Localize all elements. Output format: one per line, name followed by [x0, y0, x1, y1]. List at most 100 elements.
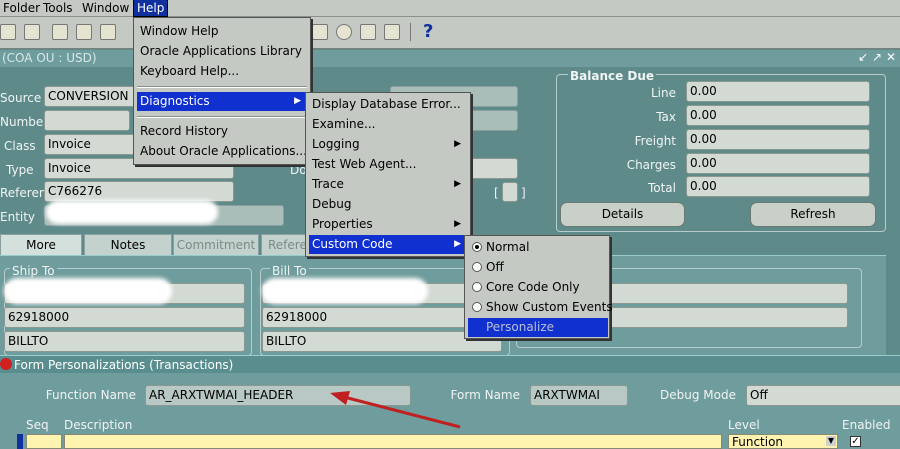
enabled-column-header: Enabled	[842, 418, 891, 432]
enabled-checkbox[interactable]: ✓	[850, 436, 861, 447]
bill-to-title: Bill To	[270, 264, 309, 278]
menu-item-about[interactable]: About Oracle Applications...	[137, 142, 307, 161]
custom-code-menu: Normal Off Core Code Only Show Custom Ev…	[464, 235, 613, 339]
tab-more[interactable]: More	[0, 234, 82, 256]
menu-item-examine[interactable]: Examine...	[309, 115, 467, 134]
menu-item-normal[interactable]: Normal	[468, 238, 606, 257]
redaction-mark	[262, 278, 428, 304]
open-icon[interactable]	[0, 24, 16, 40]
oracle-logo-icon	[0, 358, 12, 370]
menu-item-personalize[interactable]: Personalize	[468, 318, 608, 337]
annotation-arrow	[330, 391, 461, 429]
debug-mode-label: Debug Mode	[660, 388, 736, 402]
seq-cell[interactable]	[26, 434, 62, 449]
submenu-arrow-icon: ▶	[294, 96, 301, 106]
menu-bar: Folder Tools Window Help	[0, 0, 900, 17]
complete-checkbox[interactable]	[502, 182, 518, 202]
tab-notes[interactable]: Notes	[84, 234, 172, 256]
close-form-icon[interactable]	[100, 24, 116, 40]
radio-icon	[472, 262, 482, 272]
radio-icon	[472, 302, 482, 312]
help-menu: Window Help Oracle Applications Library …	[133, 17, 311, 165]
doc-field[interactable]	[470, 158, 518, 179]
remit-field-1[interactable]	[600, 283, 848, 304]
zoom-icon[interactable]	[384, 24, 400, 40]
window-controls[interactable]: ↙ ↗ ✕	[858, 50, 896, 64]
new-icon[interactable]	[24, 24, 40, 40]
chevron-down-icon[interactable]: ▼	[826, 436, 836, 446]
line-value[interactable]: 0.00	[686, 81, 870, 102]
refresh-button[interactable]: Refresh	[750, 202, 876, 227]
properties-label: Properties	[312, 217, 373, 231]
submenu-arrow-icon: ▶	[454, 139, 461, 149]
total-label: Total	[647, 181, 676, 195]
menu-item-record-history[interactable]: Record History	[137, 122, 307, 141]
level-cell[interactable]: Function	[728, 434, 838, 449]
form-name-field[interactable]: ARXTWMAI	[530, 385, 628, 406]
description-column-header: Description	[64, 418, 133, 432]
globe-icon[interactable]	[336, 24, 352, 40]
attachment-icon[interactable]	[360, 24, 376, 40]
line-label: Line	[650, 86, 676, 100]
menu-item-test-web-agent[interactable]: Test Web Agent...	[309, 155, 467, 174]
ship-to-site-field[interactable]: BILLTO	[4, 331, 245, 352]
help-icon[interactable]: ?	[423, 21, 433, 42]
ship-to-number-field[interactable]: 62918000	[4, 307, 245, 328]
menu-window[interactable]: Window	[79, 0, 132, 16]
tax-value[interactable]: 0.00	[686, 105, 870, 126]
submenu-arrow-icon: ▶	[454, 179, 461, 189]
tab-commitment[interactable]: Commitment	[173, 234, 259, 256]
logging-label: Logging	[312, 137, 360, 151]
debug-mode-select[interactable]: Off	[746, 385, 900, 406]
minimize-icon[interactable]: ↙	[858, 50, 868, 64]
freight-value[interactable]: 0.00	[686, 129, 870, 150]
menu-item-core-code-only[interactable]: Core Code Only	[468, 278, 606, 297]
menu-item-trace[interactable]: Trace ▶	[309, 175, 467, 194]
redaction-mark	[4, 278, 172, 304]
menu-item-oracle-library[interactable]: Oracle Applications Library	[137, 42, 307, 61]
custom-code-label: Custom Code	[312, 237, 393, 251]
bracket-right: ]	[521, 186, 526, 200]
form-personalizations-title: Form Personalizations (Transactions)	[14, 358, 234, 372]
level-column-header: Level	[728, 418, 760, 432]
close-icon[interactable]: ✕	[886, 50, 896, 64]
show-custom-events-label: Show Custom Events	[486, 300, 613, 314]
menu-item-logging[interactable]: Logging ▶	[309, 135, 467, 154]
submenu-arrow-icon: ▶	[454, 219, 461, 229]
radio-selected-icon	[472, 242, 482, 252]
menu-item-display-db-error[interactable]: Display Database Error...	[309, 95, 467, 114]
menu-item-custom-code[interactable]: Custom Code ▶	[309, 235, 467, 254]
seq-column-header: Seq	[26, 418, 49, 432]
tab-reference[interactable]: Refere	[261, 234, 307, 256]
reference-field[interactable]: C766276	[44, 181, 234, 202]
menu-folder[interactable]: Folder	[0, 0, 43, 16]
function-name-label: Function Name	[45, 388, 136, 402]
menu-divider	[137, 86, 307, 88]
description-cell[interactable]	[64, 434, 722, 449]
menu-item-off[interactable]: Off	[468, 258, 606, 277]
menu-divider	[137, 116, 307, 118]
total-value[interactable]: 0.00	[686, 176, 870, 197]
submenu-arrow-icon: ▶	[454, 239, 461, 249]
menu-help[interactable]: Help	[132, 0, 169, 17]
menu-item-debug[interactable]: Debug	[309, 195, 467, 214]
print-icon[interactable]	[76, 24, 92, 40]
menu-tools[interactable]: Tools	[40, 0, 76, 16]
menu-item-show-custom-events[interactable]: Show Custom Events	[468, 298, 613, 317]
details-button[interactable]: Details	[560, 202, 685, 227]
form-personalizations-title-bar: Form Personalizations (Transactions)	[0, 355, 900, 373]
menu-item-diagnostics[interactable]: Diagnostics ▶	[137, 92, 307, 111]
menu-item-properties[interactable]: Properties ▶	[309, 215, 467, 234]
bracket-left: [	[494, 186, 499, 200]
remit-field-2[interactable]	[600, 307, 848, 328]
number-field[interactable]	[44, 110, 130, 131]
menu-item-window-help[interactable]: Window Help	[137, 22, 307, 41]
maximize-icon[interactable]: ↗	[872, 50, 882, 64]
save-icon[interactable]	[52, 24, 68, 40]
number-label: Number	[0, 115, 49, 129]
type-label: Type	[6, 163, 34, 177]
off-label: Off	[486, 260, 504, 274]
menu-item-keyboard-help[interactable]: Keyboard Help...	[137, 62, 307, 81]
charges-value[interactable]: 0.00	[686, 153, 870, 174]
folder-icon[interactable]	[312, 24, 328, 40]
